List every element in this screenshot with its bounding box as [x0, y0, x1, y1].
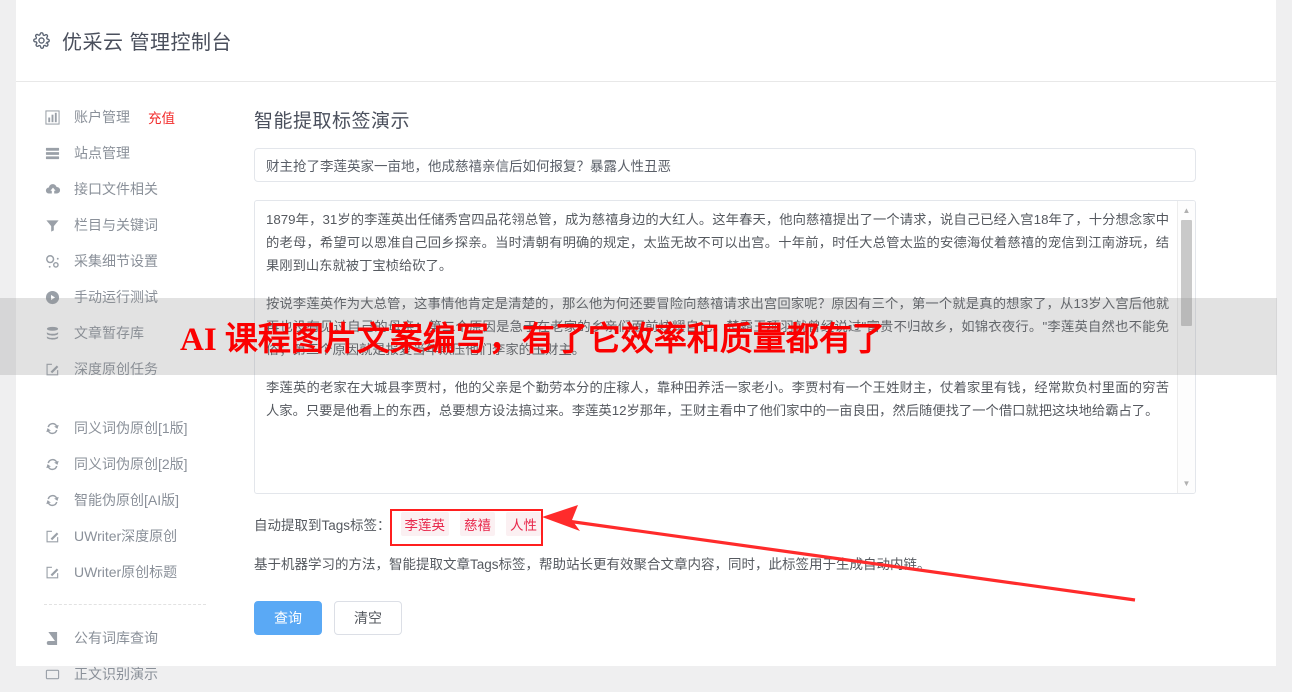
sidebar-item-label: 接口文件相关	[74, 181, 158, 197]
scroll-down-icon[interactable]: ▼	[1178, 475, 1195, 492]
tag-chip[interactable]: 李莲英	[400, 512, 450, 536]
book-icon	[44, 630, 61, 647]
sidebar-item-label: 正文识别演示	[74, 666, 158, 682]
sidebar-item-label: 栏目与关键词	[74, 217, 158, 233]
edit-square-icon	[44, 528, 61, 545]
tags-row: 自动提取到Tags标签： 李莲英 慈禧 人性	[254, 511, 1254, 537]
sidebar-item-label: 站点管理	[74, 145, 130, 161]
window-icon	[44, 666, 61, 683]
submit-button[interactable]: 查询	[254, 601, 322, 635]
sidebar-item-synonym-spin-v1[interactable]: 同义词伪原创[1版]	[16, 410, 230, 446]
sidebar-item-label: 采集细节设置	[74, 253, 158, 269]
sliders-icon	[44, 253, 61, 270]
sidebar-item-label: 手动运行测试	[74, 289, 158, 305]
scrollbar-thumb[interactable]	[1181, 220, 1192, 326]
play-circle-icon	[44, 289, 61, 306]
article-paragraph: 1879年，31岁的李莲英出任储秀宫四品花翎总管，成为慈禧身边的大红人。这年春天…	[266, 212, 1169, 273]
sidebar-item-sites[interactable]: 站点管理	[16, 135, 230, 171]
sidebar-item-article-store[interactable]: 文章暂存库	[16, 315, 230, 351]
bar-chart-icon	[44, 109, 61, 126]
brand[interactable]: 优采云 管理控制台	[32, 26, 232, 55]
refresh-icon	[44, 456, 61, 473]
article-title-input[interactable]	[254, 148, 1196, 182]
database-icon	[44, 325, 61, 342]
action-buttons: 查询 清空	[254, 601, 1254, 635]
sidebar-item-public-lexicon[interactable]: 公有词库查询	[16, 620, 230, 656]
sidebar-item-label: 智能伪原创[AI版]	[74, 492, 180, 508]
feature-description: 基于机器学习的方法，智能提取文章Tags标签，帮助站长更有效聚合文章内容，同时，…	[254, 557, 931, 572]
tags-label: 自动提取到Tags标签：	[254, 518, 391, 533]
sidebar-item-label: UWriter深度原创	[74, 528, 178, 544]
article-paragraph: 李莲英的老家在大城县李贾村，他的父亲是个勤劳本分的庄稼人，靠种田养活一家老小。李…	[266, 380, 1169, 418]
sidebar-item-label: 公有词库查询	[74, 630, 158, 646]
scroll-up-icon[interactable]: ▲	[1178, 202, 1195, 219]
sidebar-item-collect-settings[interactable]: 采集细节设置	[16, 243, 230, 279]
tag-chip[interactable]: 人性	[506, 512, 542, 536]
recharge-badge[interactable]: 充值	[148, 107, 175, 127]
textarea-scrollbar[interactable]: ▲ ▼	[1177, 201, 1195, 493]
sidebar-item-manual-run-test[interactable]: 手动运行测试	[16, 279, 230, 315]
sidebar-item-deep-original-task[interactable]: 深度原创任务	[16, 351, 230, 387]
article-body-textarea[interactable]: 1879年，31岁的李莲英出任储秀宫四品花翎总管，成为慈禧身边的大红人。这年春天…	[254, 200, 1196, 494]
cloud-upload-icon	[44, 181, 61, 198]
app-window: 优采云 管理控制台 账户管理 充值 站点管理 接口文件相关 栏目与关键词 采集细…	[16, 0, 1276, 681]
tag-chip[interactable]: 慈禧	[460, 512, 496, 536]
clear-button[interactable]: 清空	[334, 601, 402, 635]
filter-icon	[44, 217, 61, 234]
sidebar-item-synonym-spin-v2[interactable]: 同义词伪原创[2版]	[16, 446, 230, 482]
sidebar-item-uwriter-title[interactable]: UWriter原创标题	[16, 554, 230, 590]
server-icon	[44, 145, 61, 162]
article-paragraph: 按说李莲英作为大总管，这事情他肯定是清楚的，那么他为何还要冒险向慈禧请求出宫回家…	[266, 296, 1169, 357]
app-header: 优采云 管理控制台	[16, 0, 1276, 82]
main-content: 智能提取标签演示 1879年，31岁的李莲英出任储秀宫四品花翎总管，成为慈禧身边…	[254, 82, 1254, 635]
refresh-icon	[44, 492, 61, 509]
sidebar-item-label: 文章暂存库	[74, 325, 144, 341]
edit-square-icon	[44, 564, 61, 581]
sidebar-item-label: 账户管理	[74, 109, 130, 125]
sidebar-divider	[44, 604, 206, 606]
sidebar-item-account[interactable]: 账户管理 充值	[16, 99, 230, 135]
sidebar-item-label: UWriter原创标题	[74, 564, 178, 580]
sidebar-item-label: 深度原创任务	[74, 361, 158, 377]
app-title: 优采云 管理控制台	[62, 32, 233, 54]
edit-square-icon	[44, 361, 61, 378]
sidebar-item-label: 同义词伪原创[1版]	[74, 420, 188, 436]
tags-list: 李莲英 慈禧 人性	[393, 509, 553, 539]
sidebar-item-interface-files[interactable]: 接口文件相关	[16, 171, 230, 207]
sidebar-item-columns-keywords[interactable]: 栏目与关键词	[16, 207, 230, 243]
page-title: 智能提取标签演示	[254, 111, 411, 132]
article-body-scroll-content: 1879年，31岁的李莲英出任储秀宫四品花翎总管，成为慈禧身边的大红人。这年春天…	[255, 201, 1178, 493]
sidebar-item-smart-spin-ai[interactable]: 智能伪原创[AI版]	[16, 482, 230, 518]
sidebar: 账户管理 充值 站点管理 接口文件相关 栏目与关键词 采集细节设置 手动运行测试…	[16, 82, 230, 692]
sidebar-item-label: 同义词伪原创[2版]	[74, 456, 188, 472]
gear-icon	[32, 31, 51, 50]
refresh-icon	[44, 420, 61, 437]
sidebar-item-content-extract-demo[interactable]: 正文识别演示	[16, 656, 230, 692]
sidebar-item-uwriter-deep[interactable]: UWriter深度原创	[16, 518, 230, 554]
